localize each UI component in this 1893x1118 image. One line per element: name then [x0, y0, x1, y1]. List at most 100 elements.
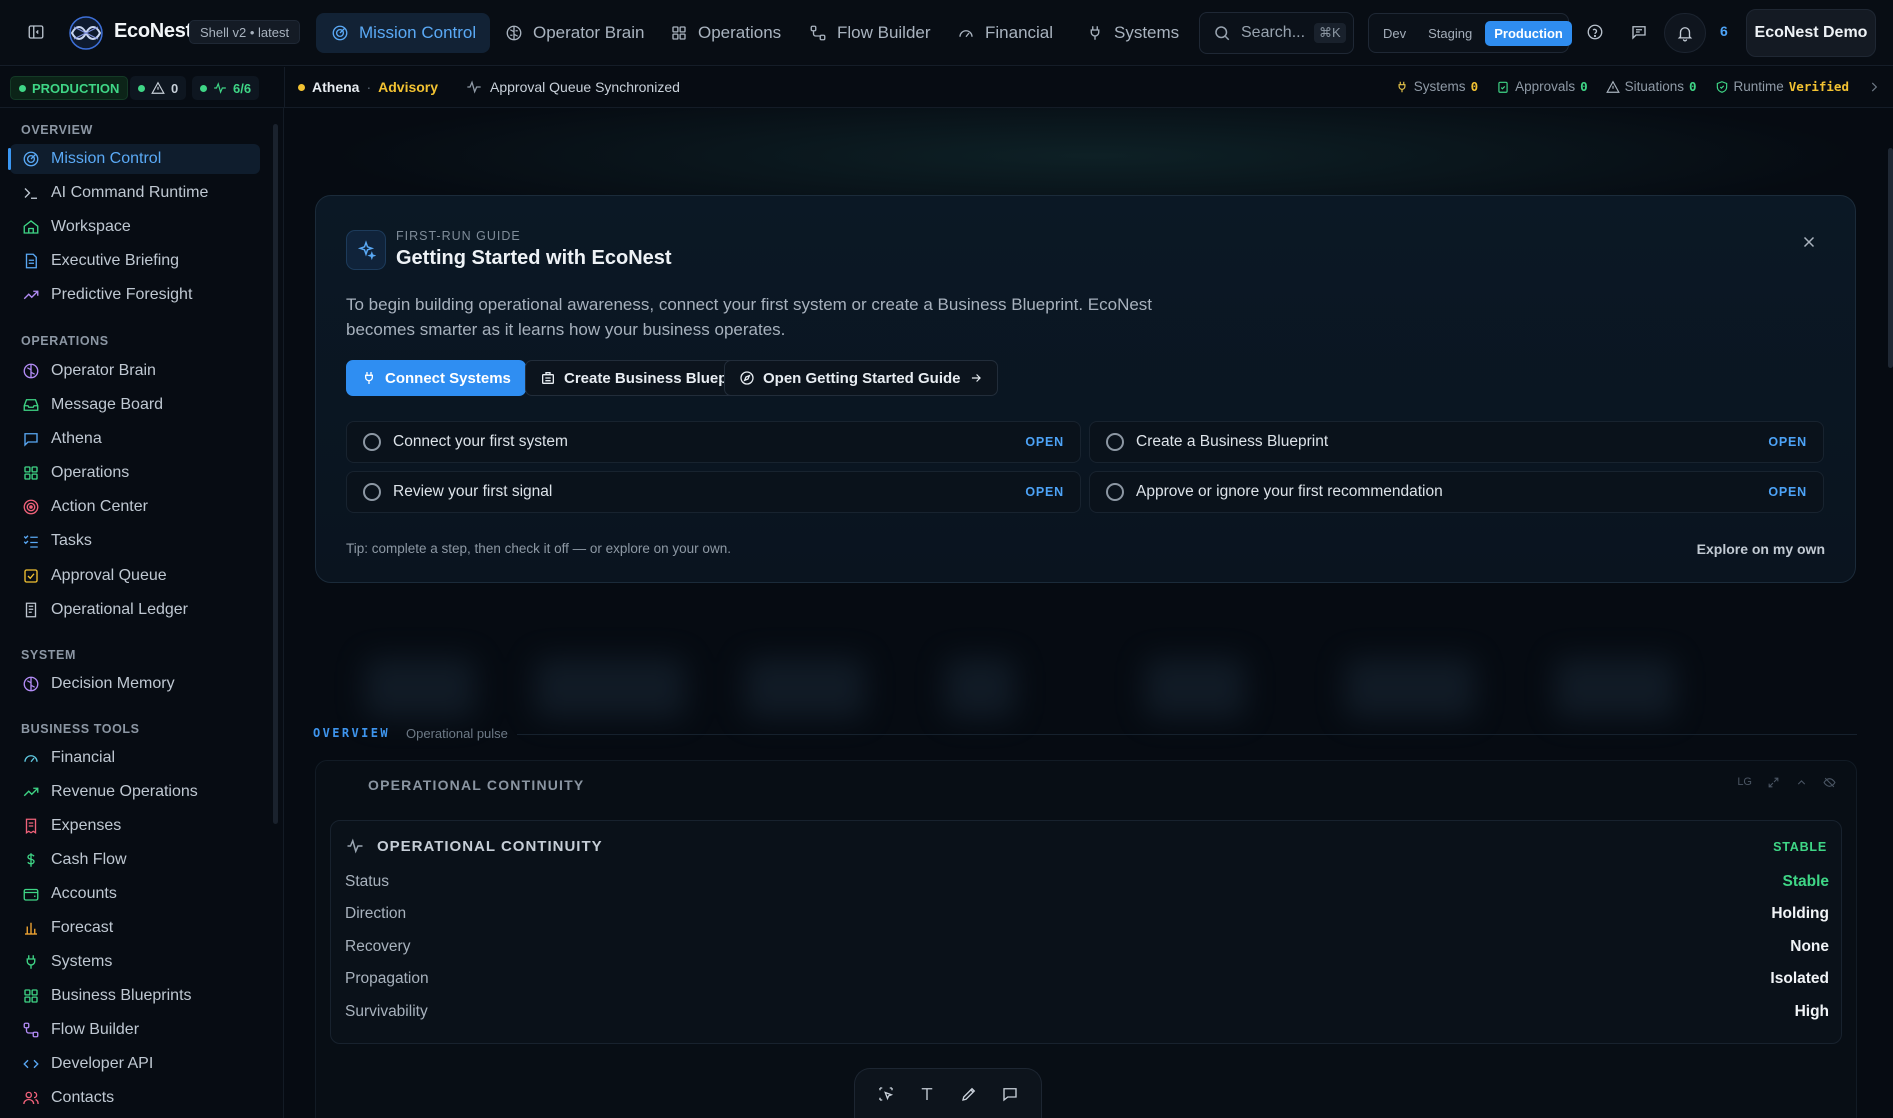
step-open-link[interactable]: OPEN	[1025, 435, 1064, 449]
sidebar-item-developer-api[interactable]: Developer API	[10, 1049, 260, 1079]
widget-size-tag[interactable]: LG	[1737, 776, 1752, 788]
open-guide-button[interactable]: Open Getting Started Guide	[724, 360, 998, 396]
continuity-card: OPERATIONAL CONTINUITY STABLE Status Sta…	[330, 820, 1842, 1044]
messages-icon[interactable]	[1629, 22, 1649, 42]
status-bar: PRODUCTION 0 6/6 Athena · Advisory Appro…	[0, 67, 1893, 108]
explore-on-my-own-link[interactable]: Explore on my own	[1697, 541, 1825, 557]
sidebar-scrollbar[interactable]	[273, 124, 278, 824]
sidebar-item-action-center[interactable]: Action Center	[10, 492, 260, 522]
grid-icon	[21, 463, 41, 483]
step-open-link[interactable]: OPEN	[1025, 485, 1064, 499]
checkbox[interactable]	[363, 433, 381, 451]
sidebar-item-approval-queue[interactable]: Approval Queue	[10, 561, 260, 591]
tab-flow-builder[interactable]: Flow Builder	[794, 13, 945, 53]
sidebar-item-financial[interactable]: Financial	[10, 743, 260, 773]
checkbox[interactable]	[1106, 483, 1124, 501]
sidebar-item-contacts[interactable]: Contacts	[10, 1083, 260, 1113]
radar-icon	[330, 23, 350, 43]
text-tool-icon[interactable]	[917, 1084, 937, 1104]
main-content: FIRST-RUN GUIDE Getting Started with Eco…	[285, 108, 1893, 1118]
notifications-button[interactable]	[1664, 13, 1706, 53]
step-create-blueprint[interactable]: Create a Business Blueprint OPEN	[1089, 421, 1824, 463]
close-icon[interactable]	[1799, 232, 1819, 252]
stat-runtime[interactable]: Runtime Verified	[1715, 79, 1849, 94]
step-approve-recommendation[interactable]: Approve or ignore your first recommendat…	[1089, 471, 1824, 513]
stat-situations[interactable]: Situations 0	[1605, 79, 1697, 94]
step-open-link[interactable]: OPEN	[1768, 485, 1807, 499]
tab-operator-brain[interactable]: Operator Brain	[490, 13, 659, 53]
sidebar-item-label: Developer API	[51, 1055, 154, 1072]
tab-financial[interactable]: Financial	[942, 13, 1067, 53]
row-value: None	[1790, 938, 1829, 955]
status-dot	[298, 83, 305, 91]
sidebar-item-athena[interactable]: Athena	[10, 424, 260, 454]
step-connect-system[interactable]: Connect your first system OPEN	[346, 421, 1081, 463]
row-value: Isolated	[1770, 970, 1829, 987]
tab-systems[interactable]: Systems	[1071, 13, 1193, 53]
guide-title: Getting Started with EcoNest	[396, 247, 672, 269]
connect-systems-button[interactable]: Connect Systems	[346, 360, 526, 396]
sidebar-item-label: Message Board	[51, 396, 164, 413]
eye-off-icon[interactable]	[1822, 775, 1836, 789]
env-staging[interactable]: Staging	[1419, 21, 1481, 46]
sidebar-item-operator-brain[interactable]: Operator Brain	[10, 356, 260, 386]
sidebar-item-operational-ledger[interactable]: Operational Ledger	[10, 595, 260, 625]
stat-systems[interactable]: Systems 0	[1395, 79, 1478, 94]
sync-status: Approval Queue Synchronized	[466, 79, 680, 95]
sidebar-item-label: Expenses	[51, 817, 122, 834]
sparkle-icon	[346, 230, 386, 270]
econest-logo-icon[interactable]	[66, 15, 106, 51]
athena-status[interactable]: Athena · Advisory	[298, 79, 438, 95]
sidebar-item-decision-memory[interactable]: Decision Memory	[10, 669, 260, 699]
step-label: Create a Business Blueprint	[1136, 433, 1329, 450]
help-icon[interactable]	[1585, 22, 1605, 42]
sidebar-item-label: Action Center	[51, 498, 148, 515]
sidebar-item-operations[interactable]: Operations	[10, 458, 260, 488]
tab-mission-control[interactable]: Mission Control	[316, 13, 491, 53]
tab-operations[interactable]: Operations	[655, 13, 795, 53]
production-badge: PRODUCTION	[10, 76, 129, 100]
warnings-indicator[interactable]: 0	[130, 76, 187, 100]
grid-icon	[21, 986, 41, 1006]
checkbox[interactable]	[363, 483, 381, 501]
sidebar-item-cash-flow[interactable]: Cash Flow	[10, 845, 260, 875]
user-menu-button[interactable]: EcoNest Demo	[1746, 9, 1876, 57]
document-icon	[21, 251, 41, 271]
sidebar-item-flow-builder[interactable]: Flow Builder	[10, 1015, 260, 1045]
sidebar-item-tasks[interactable]: Tasks	[10, 526, 260, 556]
sidebar-item-revenue-operations[interactable]: Revenue Operations	[10, 777, 260, 807]
bar-chart-icon	[21, 918, 41, 938]
main-scrollbar[interactable]	[1888, 148, 1893, 368]
sidebar-item-expenses[interactable]: Expenses	[10, 811, 260, 841]
env-dev[interactable]: Dev	[1374, 21, 1415, 46]
sidebar-item-systems[interactable]: Systems	[10, 947, 260, 977]
sidebar-item-accounts[interactable]: Accounts	[10, 879, 260, 909]
sidebar-toggle-icon[interactable]	[26, 22, 46, 42]
expand-icon[interactable]	[1766, 775, 1780, 789]
chevron-up-icon[interactable]	[1794, 775, 1808, 789]
sidebar-item-predictive-foresight[interactable]: Predictive Foresight	[10, 280, 260, 310]
pencil-icon[interactable]	[959, 1084, 979, 1104]
checkbox[interactable]	[1106, 433, 1124, 451]
production-badge-label: PRODUCTION	[32, 80, 120, 96]
sidebar-item-workspace[interactable]: Workspace	[10, 212, 260, 242]
chevron-right-icon[interactable]	[1867, 80, 1881, 94]
annotation-toolbar	[854, 1068, 1042, 1118]
sidebar-item-executive-briefing[interactable]: Executive Briefing	[10, 246, 260, 276]
stat-approvals[interactable]: Approvals 0	[1496, 79, 1588, 94]
separator: ·	[366, 79, 372, 95]
sidebar-item-mission-control[interactable]: Mission Control	[8, 144, 260, 174]
select-pointer-icon[interactable]	[876, 1084, 896, 1104]
comment-icon[interactable]	[1000, 1084, 1020, 1104]
env-production[interactable]: Production	[1485, 20, 1572, 46]
sidebar-item-business-blueprints[interactable]: Business Blueprints	[10, 981, 260, 1011]
sidebar-item-ai-command-runtime[interactable]: AI Command Runtime	[10, 178, 260, 208]
sidebar-item-forecast[interactable]: Forecast	[10, 913, 260, 943]
sidebar-item-message-board[interactable]: Message Board	[10, 390, 260, 420]
step-review-signal[interactable]: Review your first signal OPEN	[346, 471, 1081, 513]
sidebar-section-operations: OPERATIONS	[21, 334, 109, 348]
search-box[interactable]: Search... ⌘K	[1199, 12, 1354, 54]
step-open-link[interactable]: OPEN	[1768, 435, 1807, 449]
health-indicator[interactable]: 6/6	[192, 76, 260, 100]
stat-label: Situations	[1624, 79, 1684, 94]
